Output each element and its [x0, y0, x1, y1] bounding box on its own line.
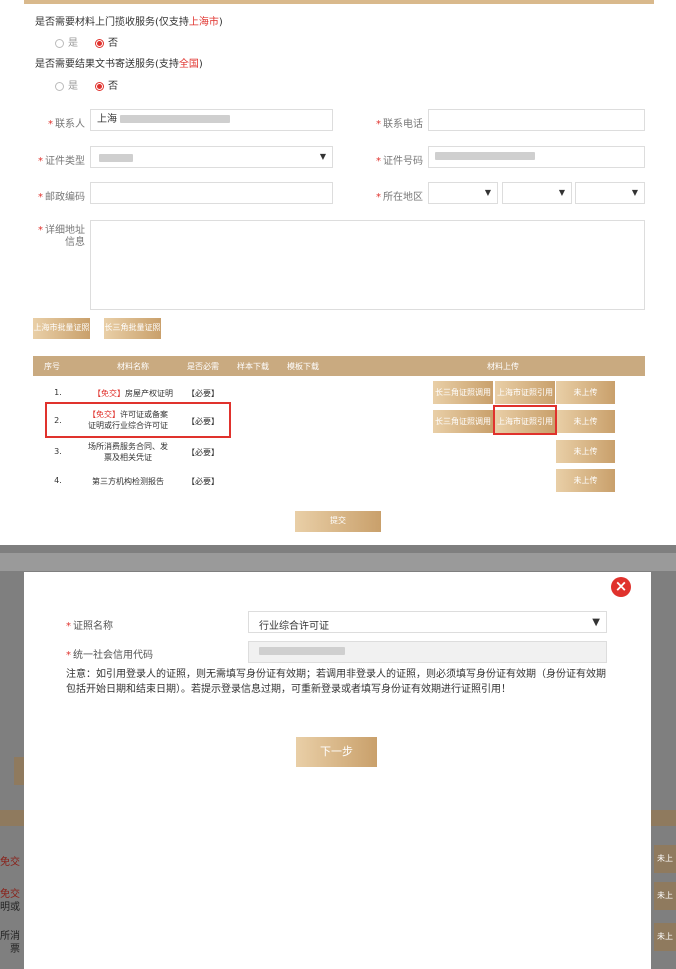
col-header-upload: 材料上传	[487, 362, 519, 371]
idno-label: * 证件号码	[376, 156, 423, 167]
upload-button[interactable]: 未上传	[556, 410, 615, 433]
chevron-down-icon: ▼	[558, 188, 565, 197]
top-accent-bar	[24, 0, 654, 4]
col-header-required: 是否必需	[187, 362, 219, 371]
province-select[interactable]: ▼	[428, 182, 498, 204]
row-number: 3.	[54, 447, 62, 456]
col-header-template: 模板下载	[287, 362, 319, 371]
next-step-button[interactable]: 下一步	[296, 737, 377, 767]
row-number: 1.	[54, 388, 62, 397]
col-header-no: 序号	[44, 362, 60, 371]
redacted-text	[99, 154, 133, 162]
radio-icon[interactable]	[55, 38, 64, 48]
phone-label: * 联系电话	[376, 119, 423, 130]
background-text: 票	[10, 944, 20, 955]
redacted-text	[120, 115, 231, 123]
background-text: 明或	[0, 902, 20, 913]
material-name: 第三方机构检测报告	[92, 477, 164, 486]
background-text: 免交	[0, 857, 20, 868]
notice-text: 注意：如引用登录人的证照，则无需填写身份证有效期；若调用非登录人的证照，则必须填…	[66, 669, 606, 695]
required-flag: 【必要】	[187, 448, 219, 457]
chevron-down-icon: ▼	[319, 152, 326, 161]
mail-question: 是否需要结果文书寄送服务(支持全国)	[35, 59, 203, 70]
row-number: 4.	[54, 476, 62, 485]
district-select[interactable]: ▼	[575, 182, 645, 204]
required-flag: 【必要】	[187, 477, 219, 486]
address-textarea[interactable]	[90, 220, 645, 310]
background-bar	[0, 553, 676, 571]
radio-icon[interactable]	[55, 81, 64, 91]
chevron-down-icon: ▼	[484, 188, 491, 197]
redacted-text	[435, 152, 535, 160]
background-button	[14, 757, 24, 785]
pickup-question: 是否需要材料上门揽收服务(仅支持上海市)	[35, 17, 223, 28]
radio-checked-icon[interactable]	[95, 38, 104, 48]
pickup-no-option[interactable]: 否	[95, 34, 118, 49]
postcode-label: * 邮政编码	[38, 192, 85, 203]
idno-input[interactable]	[428, 146, 645, 168]
highlight-box	[493, 405, 557, 435]
required-flag: 【必要】	[187, 417, 219, 426]
address-label: * 详细地址信息	[38, 225, 85, 248]
postcode-input[interactable]	[90, 182, 333, 204]
credit-code-input[interactable]	[248, 641, 607, 663]
submit-button[interactable]: 提交	[295, 511, 381, 532]
pickup-yes-option[interactable]: 是	[55, 34, 78, 49]
upload-button[interactable]: 未上传	[556, 381, 615, 404]
material-name: 场所消费服务合同、发票及相关凭证	[88, 442, 168, 462]
chevron-down-icon: ▼	[631, 188, 638, 197]
yrd-batch-license-button[interactable]: 长三角批量证照	[104, 318, 161, 339]
yrd-license-call-button[interactable]: 长三角证照调用	[433, 410, 493, 433]
radio-checked-icon[interactable]	[95, 81, 104, 91]
contact-label: * 联系人	[48, 119, 85, 130]
material-name: 【免交】房屋产权证明	[93, 389, 173, 398]
materials-table-header: 序号 材料名称 是否必需 样本下载 模板下载 材料上传	[33, 356, 645, 376]
contact-input[interactable]: 上海	[90, 109, 333, 131]
mail-yes-option[interactable]: 是	[55, 77, 78, 92]
license-name-value: 行业综合许可证	[259, 621, 329, 632]
yrd-license-call-button[interactable]: 长三角证照调用	[433, 381, 493, 404]
mail-no-option[interactable]: 否	[95, 77, 118, 92]
close-icon[interactable]: ×	[611, 577, 631, 597]
upload-button[interactable]: 未上传	[556, 469, 615, 492]
shanghai-batch-license-button[interactable]: 上海市批量证照	[33, 318, 90, 339]
required-flag: 【必要】	[187, 389, 219, 398]
license-name-select[interactable]: 行业综合许可证 ▼	[248, 611, 607, 633]
shanghai-license-cite-button[interactable]: 上海市证照引用	[495, 381, 555, 404]
background-button: 未上	[654, 923, 676, 951]
col-header-sample: 样本下载	[237, 362, 269, 371]
background-button: 未上	[654, 882, 676, 910]
city-select[interactable]: ▼	[502, 182, 572, 204]
credit-code-label: * 统一社会信用代码	[66, 650, 153, 661]
license-name-label: * 证照名称	[66, 621, 113, 632]
region-label: * 所在地区	[376, 192, 423, 203]
material-name: 【免交】许可证或备案证明或行业综合许可证	[88, 410, 168, 430]
row-number: 2.	[54, 416, 62, 425]
table-row: 4. 第三方机构检测报告 【必要】 未上传	[33, 469, 645, 493]
phone-input[interactable]	[428, 109, 645, 131]
application-form: 是否需要材料上门揽收服务(仅支持上海市) 是 否 是否需要结果文书寄送服务(支持…	[0, 0, 676, 545]
redacted-text	[259, 647, 345, 655]
col-header-name: 材料名称	[117, 362, 149, 371]
idtype-select[interactable]: ▼	[90, 146, 333, 168]
background-button: 未上	[654, 845, 676, 873]
chevron-down-icon: ▼	[592, 617, 600, 628]
upload-button[interactable]: 未上传	[556, 440, 615, 463]
table-row: 3. 场所消费服务合同、发票及相关凭证 【必要】 未上传	[33, 440, 645, 464]
idtype-label: * 证件类型	[38, 156, 85, 167]
